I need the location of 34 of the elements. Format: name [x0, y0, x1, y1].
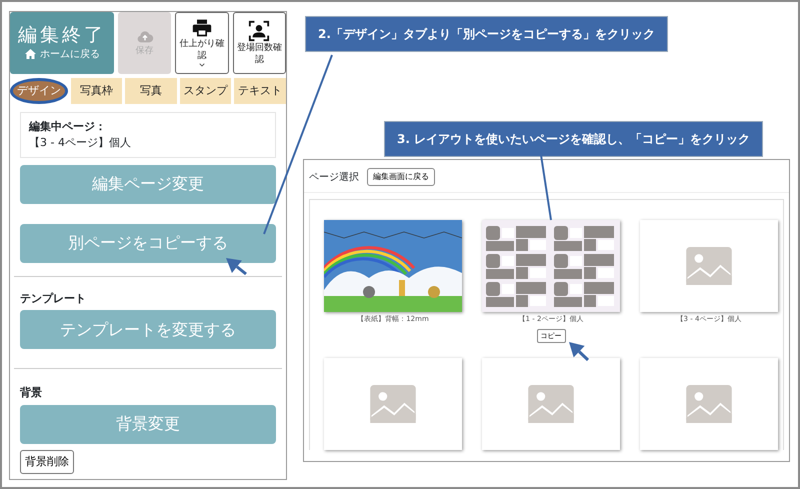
- delete-background-button[interactable]: 背景削除: [20, 450, 74, 474]
- tab[interactable]: テキスト: [234, 78, 286, 104]
- cloud-upload-icon: [134, 28, 155, 45]
- cover-thumbnail[interactable]: [324, 220, 462, 312]
- image-placeholder-icon: [370, 385, 416, 423]
- person-frame-icon: [248, 20, 270, 42]
- chevron-down-icon: [198, 62, 206, 68]
- toolbar-button[interactable]: 登場回数確認: [232, 12, 286, 74]
- empty-page-thumbnail[interactable]: [640, 220, 778, 312]
- image-placeholder-icon: [686, 385, 732, 423]
- tab[interactable]: デザイン: [10, 78, 68, 104]
- current-page-value: 【3 - 4ページ】個人: [29, 134, 132, 151]
- toolbar-button[interactable]: 仕上がり確認: [175, 12, 229, 74]
- empty-page-thumbnail[interactable]: [640, 358, 778, 450]
- page-layout-thumbnail[interactable]: [482, 220, 620, 312]
- tab[interactable]: 写真: [125, 78, 177, 104]
- empty-page-thumbnail[interactable]: [482, 358, 620, 450]
- leader-line: [540, 154, 552, 220]
- image-placeholder-icon: [528, 385, 574, 423]
- section-heading: テンプレート: [20, 290, 87, 307]
- callout-banner: 2.「デザイン」タブより「別ページをコピーする」をクリック: [305, 16, 668, 52]
- current-page-label: 編集中ページ：: [29, 119, 107, 135]
- tab[interactable]: スタンプ: [180, 78, 232, 104]
- back-to-editor-button[interactable]: 編集画面に戻る: [367, 168, 435, 186]
- printer-icon: [190, 18, 213, 38]
- tab[interactable]: 写真枠: [70, 78, 122, 104]
- section-heading: 背景: [20, 385, 43, 402]
- pointer-arrow: [226, 258, 247, 276]
- empty-page-thumbnail[interactable]: [324, 358, 462, 450]
- callout-banner: 3. レイアウトを使いたいページを確認し、「コピー」をクリック: [384, 121, 764, 157]
- pointer-arrow: [569, 342, 590, 362]
- panel-title: ページ選択: [309, 170, 359, 184]
- image-placeholder-icon: [686, 247, 732, 285]
- home-icon: [24, 48, 37, 60]
